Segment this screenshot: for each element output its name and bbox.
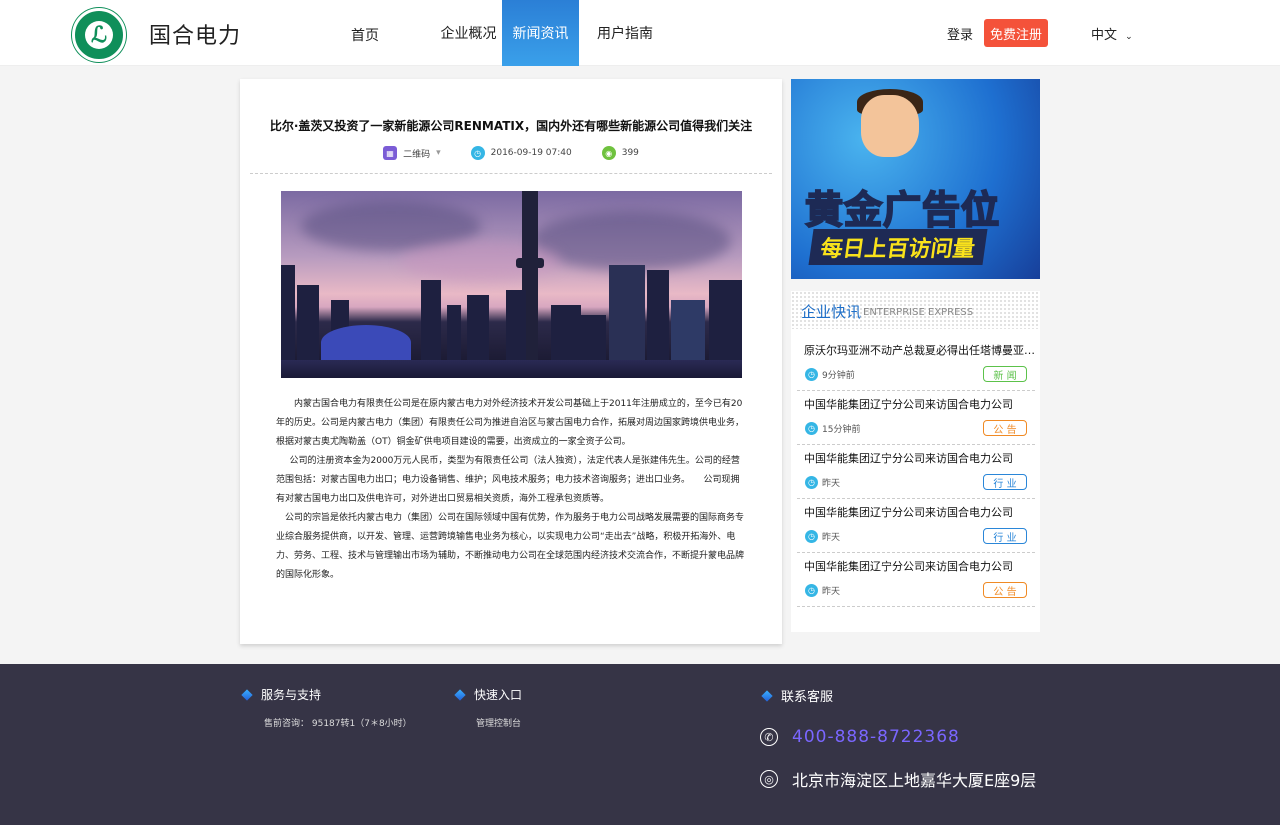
news-list-item[interactable]: 原沃尔玛亚洲不动产总裁夏必得出任塔博曼亚洲... ◷ 9分钟前 新 闻 <box>797 337 1036 391</box>
quick-entry-heading: 快速入口 <box>454 686 523 703</box>
brand-name: 国合电力 <box>149 24 242 49</box>
tag-badge: 行 业 <box>983 528 1027 544</box>
register-button[interactable]: 免费注册 <box>984 19 1048 47</box>
news-list-item[interactable]: 中国华能集团辽宁分公司来访国合电力公司 ◷ 15分钟前 公 告 <box>797 391 1035 445</box>
news-item-title[interactable]: 中国华能集团辽宁分公司来访国合电力公司 <box>804 558 1036 574</box>
news-item-time-text: 昨天 <box>822 587 841 597</box>
main-nav: 首页 企业概况 新闻资讯 用户指南 <box>330 0 671 66</box>
language-label: 中文 <box>1091 28 1118 43</box>
title-divider <box>250 173 772 174</box>
hotline-number[interactable]: 400-888-8722368 <box>792 727 960 747</box>
news-item-title[interactable]: 中国华能集团辽宁分公司来访国合电力公司 <box>804 450 1036 466</box>
news-item-title[interactable]: 中国华能集团辽宁分公司来访国合电力公司 <box>804 396 1036 412</box>
tag-badge: 公 告 <box>983 582 1027 598</box>
clock-icon: ◷ <box>805 476 818 489</box>
nav-home[interactable]: 首页 <box>330 0 400 66</box>
tag-badge: 公 告 <box>983 420 1027 436</box>
phone-icon: ✆ <box>760 728 778 746</box>
article-meta: ▦ 二维码 ▾ ◷ 2016-09-19 07:40 ◉ 399 <box>240 146 782 160</box>
site-header: ℒ 国合电力 首页 企业概况 新闻资讯 用户指南 登录 免费注册 中文 ⌄ <box>0 0 1280 66</box>
nav-news[interactable]: 新闻资讯 <box>502 0 579 66</box>
ad-subtitle: 每日上百访问量 <box>808 229 988 265</box>
clock-icon: ◷ <box>805 584 818 597</box>
clock-icon: ◷ <box>805 422 818 435</box>
qr-code-label: 二维码 <box>403 149 431 160</box>
support-heading-text: 服务与支持 <box>261 688 322 702</box>
address: ◎ 北京市海淀区上地嘉华大厦E座9层 <box>760 767 1036 791</box>
enterprise-news-panel: 企业快讯 ENTERPRISE EXPRESS 原沃尔玛亚洲不动产总裁夏必得出任… <box>791 291 1040 632</box>
news-item-time-text: 昨天 <box>822 479 841 489</box>
clock-icon: ◷ <box>805 368 818 381</box>
article-paragraph: 内蒙古国合电力有限责任公司是在原内蒙古电力对外经济技术开发公司基础上于2011年… <box>276 399 745 447</box>
contact-heading-text: 联系客服 <box>781 690 834 705</box>
news-list-item[interactable]: 中国华能集团辽宁分公司来访国合电力公司 ◷ 昨天 行 业 <box>797 445 1035 499</box>
support-heading: 服务与支持 <box>241 686 322 703</box>
view-count-text: 399 <box>621 148 639 158</box>
news-item-time-text: 9分钟前 <box>822 371 855 381</box>
news-list-item[interactable]: 中国华能集团辽宁分公司来访国合电力公司 ◷ 昨天 公 告 <box>797 553 1035 607</box>
eye-icon: ◉ <box>601 146 616 160</box>
news-item-title[interactable]: 中国华能集团辽宁分公司来访国合电力公司 <box>804 504 1036 520</box>
caret-down-icon: ▾ <box>436 148 441 158</box>
login-link[interactable]: 登录 <box>947 24 973 43</box>
article-card: 比尔·盖茨又投资了一家新能源公司RENMATIX，国内外还有哪些新能源公司值得我… <box>240 79 782 644</box>
cartoon-face <box>861 95 919 157</box>
logo-emblem-icon: ℒ <box>85 21 113 49</box>
article-title: 比尔·盖茨又投资了一家新能源公司RENMATIX，国内外还有哪些新能源公司值得我… <box>269 119 753 133</box>
view-count: ◉ 399 <box>601 146 639 160</box>
hotline: ✆ 400-888-8722368 <box>760 727 960 747</box>
news-item-time: ◷ 9分钟前 <box>805 368 855 381</box>
tag-badge: 行 业 <box>983 474 1027 490</box>
contact-heading: 联系客服 <box>761 686 834 705</box>
news-item-time: ◷ 昨天 <box>805 584 840 597</box>
water-reflection <box>281 360 742 378</box>
company-logo[interactable]: ℒ <box>72 8 126 62</box>
qr-code-toggle[interactable]: ▦ 二维码 ▾ <box>383 146 441 160</box>
language-selector[interactable]: 中文 ⌄ <box>1091 24 1133 43</box>
address-text: 北京市海淀区上地嘉华大厦E座9层 <box>792 771 1037 790</box>
news-panel-title: 企业快讯 <box>801 303 862 321</box>
news-item-time-text: 15分钟前 <box>822 425 861 435</box>
presale-contact: 售前咨询： 95187转1（7＊8小时） <box>264 719 412 729</box>
clock-icon: ◷ <box>805 530 818 543</box>
publish-date: ◷ 2016-09-19 07:40 <box>470 146 572 160</box>
publish-date-text: 2016-09-19 07:40 <box>490 148 572 158</box>
quick-entry-heading-text: 快速入口 <box>474 688 523 702</box>
article-paragraph: 公司的注册资本金为2000万元人民币，类型为有限责任公司（法人独资），法定代表人… <box>276 456 740 504</box>
news-item-time: ◷ 15分钟前 <box>805 422 860 435</box>
article-image-city-skyline <box>281 191 742 378</box>
news-item-title[interactable]: 原沃尔玛亚洲不动产总裁夏必得出任塔博曼亚洲... <box>804 342 1036 358</box>
ad-title: 黄金广告位 <box>804 187 1001 233</box>
chevron-down-icon: ⌄ <box>1125 32 1133 42</box>
diamond-bullet-icon <box>761 689 773 702</box>
news-item-time: ◷ 昨天 <box>805 530 840 543</box>
qr-code-icon: ▦ <box>383 146 398 160</box>
console-link[interactable]: 管理控制台 <box>476 716 521 729</box>
site-footer: 服务与支持 售前咨询： 95187转1（7＊8小时） 快速入口 管理控制台 联系… <box>0 664 1280 825</box>
location-icon: ◎ <box>760 770 778 788</box>
news-list-item[interactable]: 中国华能集团辽宁分公司来访国合电力公司 ◷ 昨天 行 业 <box>797 499 1035 553</box>
news-item-time-text: 昨天 <box>822 533 841 543</box>
article-body: 内蒙古国合电力有限责任公司是在原内蒙古电力对外经济技术开发公司基础上于2011年… <box>276 395 746 585</box>
diamond-bullet-icon <box>454 688 466 701</box>
news-panel-subtitle: ENTERPRISE EXPRESS <box>863 307 974 318</box>
nav-user-guide[interactable]: 用户指南 <box>579 0 671 66</box>
news-item-time: ◷ 昨天 <box>805 476 840 489</box>
clock-icon: ◷ <box>470 146 485 160</box>
article-paragraph: 公司的宗旨是依托内蒙古电力（集团）公司在国际领域中国有优势，作为服务于电力公司战… <box>276 513 745 580</box>
diamond-bullet-icon <box>241 688 253 701</box>
tag-badge: 新 闻 <box>983 366 1027 382</box>
advertisement-banner[interactable]: 黄金广告位 每日上百访问量 <box>791 79 1040 279</box>
news-panel-header: 企业快讯 ENTERPRISE EXPRESS <box>791 291 1040 329</box>
